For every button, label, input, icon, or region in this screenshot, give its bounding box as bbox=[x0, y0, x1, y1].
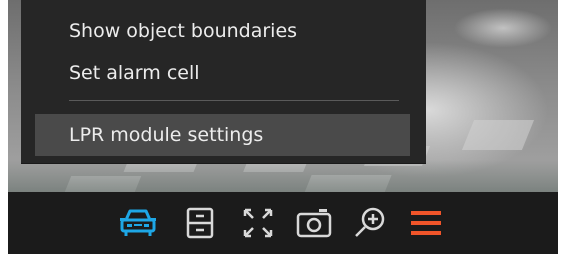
fullscreen-button[interactable] bbox=[236, 203, 280, 243]
archive-button[interactable] bbox=[178, 203, 222, 243]
menu-icon bbox=[411, 211, 441, 235]
video-texture bbox=[461, 120, 535, 150]
menu-separator bbox=[69, 100, 399, 101]
zoom-in-icon bbox=[355, 207, 385, 237]
zoom-in-button[interactable] bbox=[348, 203, 392, 243]
menu-item-label: LPR module settings bbox=[69, 124, 264, 146]
menu-item-lpr-module-settings[interactable]: LPR module settings bbox=[35, 114, 410, 156]
car-icon bbox=[120, 209, 156, 236]
video-ground bbox=[8, 160, 558, 192]
snapshot-button[interactable] bbox=[292, 203, 336, 243]
car-button[interactable] bbox=[116, 203, 160, 243]
menu-item-show-object-boundaries[interactable]: Show object boundaries bbox=[35, 10, 410, 52]
menu-item-set-alarm-cell[interactable]: Set alarm cell bbox=[35, 52, 410, 94]
context-menu: Show object boundaries Set alarm cell LP… bbox=[21, 0, 426, 164]
menu-item-label: Set alarm cell bbox=[69, 62, 200, 84]
fullscreen-icon bbox=[243, 208, 273, 238]
archive-icon bbox=[186, 207, 214, 239]
camera-toolbar bbox=[8, 192, 558, 254]
camera-snapshot-icon bbox=[296, 209, 332, 238]
menu-button[interactable] bbox=[404, 203, 448, 243]
menu-item-label: Show object boundaries bbox=[69, 20, 298, 42]
